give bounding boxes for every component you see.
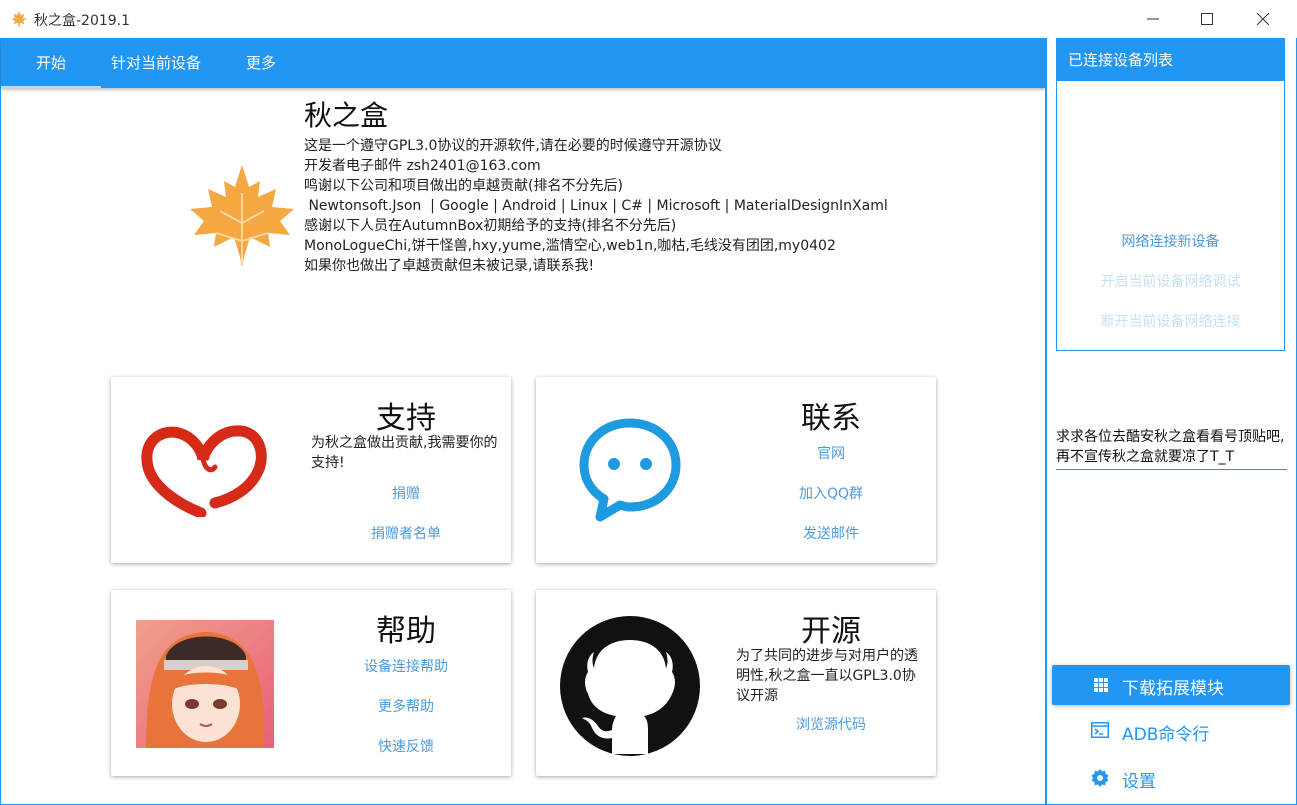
about-line: 开发者电子邮件 zsh2401@163.com — [304, 158, 541, 174]
join-qq-group-link[interactable]: 加入QQ群 — [751, 483, 911, 503]
settings-button[interactable]: 设置 — [1052, 758, 1290, 798]
maximize-icon — [1201, 13, 1213, 25]
settings-label: 设置 — [1122, 772, 1156, 792]
contact-title: 联系 — [801, 401, 861, 436]
maple-leaf-icon — [10, 10, 28, 28]
tab-start[interactable]: 开始 — [1, 38, 101, 88]
app-name-heading: 秋之盒 — [304, 99, 389, 132]
about-line: 鸣谢以下公司和项目做出的卓越贡献(排名不分先后) — [304, 178, 623, 194]
about-line: Newtonsoft.Json | Google | Android | Lin… — [304, 198, 888, 214]
grid-icon — [1094, 678, 1108, 692]
quick-feedback-link[interactable]: 快速反馈 — [326, 736, 486, 756]
maximize-button[interactable] — [1184, 0, 1230, 38]
donor-list-link[interactable]: 捐赠者名单 — [326, 523, 486, 543]
contact-card: 联系 官网 加入QQ群 发送邮件 — [536, 377, 936, 563]
tab-bar: 开始 针对当前设备 更多 — [1, 38, 1045, 88]
tab-more[interactable]: 更多 — [231, 38, 291, 88]
support-card: 支持 为秋之盒做出贡献,我需要你的支持! 捐赠 捐赠者名单 — [111, 377, 511, 563]
terminal-icon — [1091, 722, 1109, 738]
tab-current-device[interactable]: 针对当前设备 — [101, 38, 211, 88]
close-icon — [1257, 13, 1269, 25]
donate-link[interactable]: 捐赠 — [326, 483, 486, 503]
opensource-card: 开源 为了共同的进步与对用户的透明性,秋之盒一直以GPL3.0协议开源 浏览源代… — [536, 590, 936, 776]
connected-devices-header: 已连接设备列表 — [1057, 39, 1284, 81]
adb-terminal-button[interactable]: ADB命令行 — [1052, 711, 1290, 751]
about-line: MonoLogueChi,饼干怪兽,hxy,yume,滥情空心,web1n,咖枯… — [304, 238, 836, 254]
device-connect-help-link[interactable]: 设备连接帮助 — [326, 656, 486, 676]
website-link[interactable]: 官网 — [751, 443, 911, 463]
opensource-title: 开源 — [801, 614, 861, 649]
panel-divider — [1045, 38, 1047, 805]
about-line: 这是一个遵守GPL3.0协议的开源软件,请在必要的时候遵守开源协议 — [304, 138, 722, 154]
disconnect-network-link: 断开当前设备网络连接 — [1100, 314, 1241, 330]
support-title: 支持 — [376, 401, 436, 436]
about-line: 如果你也做出了卓越贡献但未被记录,请联系我! — [304, 258, 595, 274]
window-title: 秋之盒-2019.1 — [34, 13, 131, 29]
download-extensions-label: 下载拓展模块 — [1122, 679, 1224, 699]
heart-icon — [141, 425, 267, 517]
connected-devices-panel: 已连接设备列表 网络连接新设备 开启当前设备网络调试 断开当前设备网络连接 — [1056, 38, 1285, 351]
help-card: 帮助 设备连接帮助 更多帮助 快速反馈 — [111, 590, 511, 776]
more-help-link[interactable]: 更多帮助 — [326, 696, 486, 716]
gear-icon — [1091, 769, 1109, 787]
minimize-icon — [1147, 18, 1159, 20]
close-button[interactable] — [1240, 0, 1286, 38]
about-section: 秋之盒 这是一个遵守GPL3.0协议的开源软件,请在必要的时候遵守开源协议 开发… — [304, 96, 1004, 276]
network-connect-device-link[interactable]: 网络连接新设备 — [1057, 231, 1284, 251]
download-extensions-button[interactable]: 下载拓展模块 — [1052, 665, 1290, 705]
minimize-button[interactable] — [1130, 0, 1176, 38]
chat-bubble-icon — [579, 418, 681, 522]
title-bar: 秋之盒-2019.1 — [0, 0, 1297, 38]
browse-source-link[interactable]: 浏览源代码 — [751, 714, 911, 734]
notice-text: 求求各位去酷安秋之盒看看号顶贴吧,再不宣传秋之盒就要凉了T_T — [1056, 427, 1287, 470]
maple-leaf-logo — [190, 165, 294, 267]
help-title: 帮助 — [376, 614, 436, 649]
about-line: 感谢以下人员在AutumnBox初期给予的支持(排名不分先后) — [304, 218, 677, 234]
github-octocat-icon — [560, 616, 700, 756]
opensource-description: 为了共同的进步与对用户的透明性,秋之盒一直以GPL3.0协议开源 — [736, 648, 918, 704]
adb-terminal-label: ADB命令行 — [1122, 725, 1210, 745]
anime-avatar-image — [136, 620, 274, 748]
enable-network-debug-link: 开启当前设备网络调试 — [1100, 274, 1241, 290]
support-description: 为秋之盒做出贡献,我需要你的支持! — [311, 435, 498, 471]
send-email-link[interactable]: 发送邮件 — [751, 523, 911, 543]
